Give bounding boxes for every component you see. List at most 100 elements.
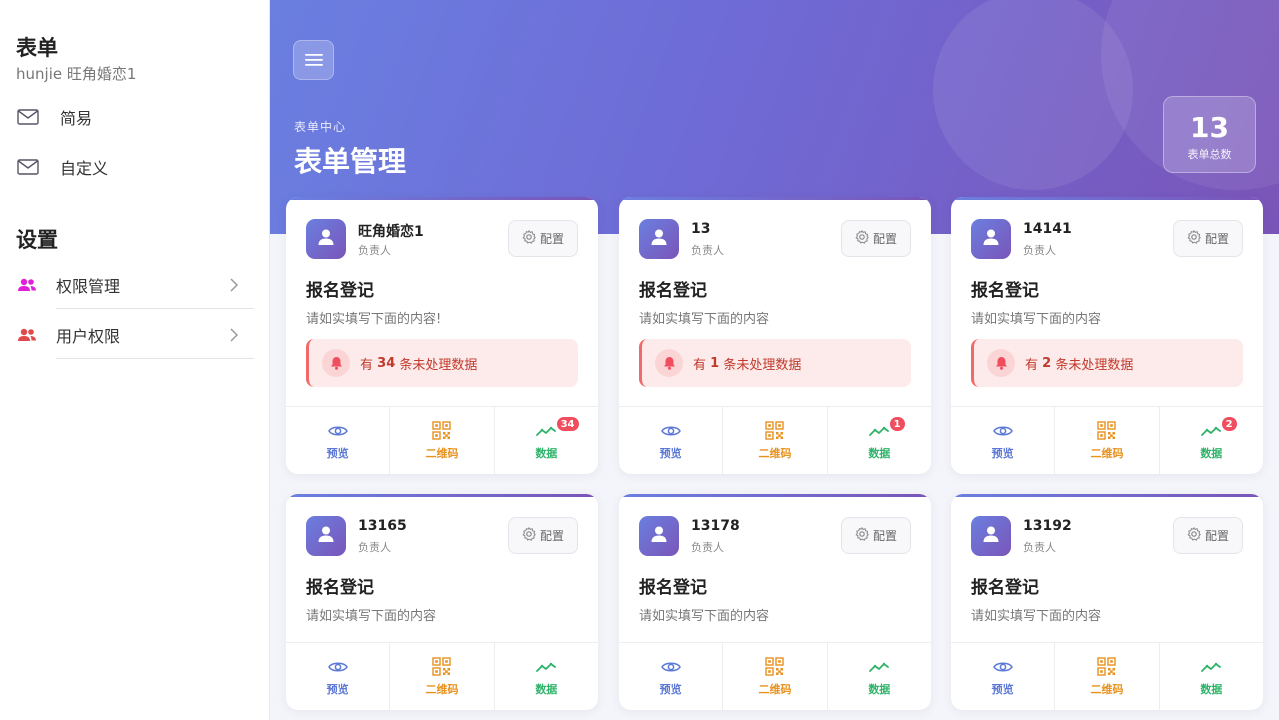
pending-badge: 1 <box>887 415 907 433</box>
owner-name: 13165 <box>358 518 407 534</box>
card-title: 报名登记 <box>971 281 1039 301</box>
qr-code-label: 二维码 <box>1090 682 1124 696</box>
qr-code-icon <box>432 657 452 677</box>
owner-name: 13192 <box>1023 518 1072 534</box>
form-count: 13 <box>1190 111 1229 144</box>
qr-code-button[interactable]: 二维码 <box>722 407 826 474</box>
eye-icon <box>660 657 681 677</box>
sidebar-item-custom[interactable]: 自定义 <box>16 152 108 182</box>
sidebar-item-label: 简易 <box>60 109 93 128</box>
preview-button[interactable]: 预览 <box>286 643 389 710</box>
alert-suffix: 条未处理数据 <box>399 357 478 373</box>
sidebar-item-label: 权限管理 <box>56 277 121 296</box>
gear-icon <box>855 229 873 247</box>
gear-icon <box>522 526 540 544</box>
header-eyebrow: 表单中心 <box>294 120 347 134</box>
qr-code-button[interactable]: 二维码 <box>1054 643 1158 710</box>
alert-suffix: 条未处理数据 <box>1055 357 1134 373</box>
preview-button[interactable]: 预览 <box>286 407 389 474</box>
preview-label: 预览 <box>326 446 349 460</box>
config-button[interactable]: 配置 <box>1173 517 1243 554</box>
trend-chart-icon <box>1201 657 1222 677</box>
avatar <box>306 219 346 259</box>
sidebar-item-permission-management[interactable]: 权限管理 <box>16 261 254 309</box>
config-button[interactable]: 配置 <box>841 517 911 554</box>
owner-label: 负责人 <box>1023 541 1056 554</box>
sidebar-title: 表单 <box>16 36 58 60</box>
form-card: 旺角婚恋1 负责人 配置 报名登记 请如实填写下面的内容! 有 34 条未处理数… <box>286 197 598 474</box>
data-label: 数据 <box>535 446 558 460</box>
preview-label: 预览 <box>659 682 682 696</box>
qr-code-label: 二维码 <box>425 682 459 696</box>
sidebar-item-label: 用户权限 <box>56 327 121 346</box>
preview-button[interactable]: 预览 <box>619 407 722 474</box>
qr-code-button[interactable]: 二维码 <box>1054 407 1158 474</box>
preview-button[interactable]: 预览 <box>619 643 722 710</box>
pending-alert[interactable]: 有 34 条未处理数据 <box>306 339 578 387</box>
sidebar-subtitle: hunjie 旺角婚恋1 <box>16 65 137 83</box>
card-actions: 预览 二维码 数据 2 <box>951 406 1263 474</box>
user-icon <box>650 228 668 250</box>
gear-icon <box>855 526 873 544</box>
pending-badge: 34 <box>554 415 581 433</box>
qr-code-icon <box>1097 421 1117 441</box>
eye-icon <box>660 421 681 441</box>
form-card: 14141 负责人 配置 报名登记 请如实填写下面的内容 有 2 条未处理数据 <box>951 197 1263 474</box>
owner-name: 13178 <box>691 518 740 534</box>
card-title: 报名登记 <box>971 578 1039 598</box>
config-label: 配置 <box>872 529 897 543</box>
config-button[interactable]: 配置 <box>841 220 911 257</box>
bell-icon <box>987 349 1015 377</box>
pending-count: 1 <box>710 355 720 371</box>
form-card: 13192 负责人 配置 报名登记 请如实填写下面的内容 预览 二维码 数据 <box>951 494 1263 710</box>
config-button[interactable]: 配置 <box>1173 220 1243 257</box>
bell-icon <box>655 349 683 377</box>
menu-button[interactable] <box>293 40 334 80</box>
qr-code-icon <box>765 421 785 441</box>
data-button[interactable]: 数据 1 <box>826 407 931 474</box>
card-title: 报名登记 <box>639 281 707 301</box>
config-button[interactable]: 配置 <box>508 517 578 554</box>
preview-button[interactable]: 预览 <box>951 407 1054 474</box>
card-actions: 预览 二维码 数据 <box>619 642 931 710</box>
sidebar-item-simple[interactable]: 简易 <box>16 102 92 132</box>
data-button[interactable]: 数据 <box>493 643 598 710</box>
card-description: 请如实填写下面的内容 <box>971 312 1102 327</box>
sidebar-item-user-permission[interactable]: 用户权限 <box>16 311 254 359</box>
chevron-right-icon <box>230 327 239 346</box>
qr-code-button[interactable]: 二维码 <box>722 643 826 710</box>
qr-code-icon <box>765 657 785 677</box>
eye-icon <box>992 657 1013 677</box>
users-icon <box>16 326 38 344</box>
pending-alert[interactable]: 有 2 条未处理数据 <box>971 339 1243 387</box>
users-icon <box>16 276 38 294</box>
bell-icon <box>322 349 350 377</box>
pending-badge: 2 <box>1219 415 1239 433</box>
chevron-right-icon <box>230 277 239 296</box>
trend-chart-icon <box>869 421 890 441</box>
data-button[interactable]: 数据 34 <box>493 407 598 474</box>
gear-icon <box>1187 526 1205 544</box>
data-label: 数据 <box>868 682 891 696</box>
qr-code-icon <box>432 421 452 441</box>
pending-count: 34 <box>377 355 396 371</box>
form-card: 13 负责人 配置 报名登记 请如实填写下面的内容 有 1 条未处理数据 预览 … <box>619 197 931 474</box>
data-button[interactable]: 数据 2 <box>1158 407 1263 474</box>
preview-button[interactable]: 预览 <box>951 643 1054 710</box>
avatar <box>971 516 1011 556</box>
card-accent-bar <box>619 494 931 497</box>
config-label: 配置 <box>1204 232 1229 246</box>
config-button[interactable]: 配置 <box>508 220 578 257</box>
form-card: 13178 负责人 配置 报名登记 请如实填写下面的内容 预览 二维码 数据 <box>619 494 931 710</box>
card-accent-bar <box>951 197 1263 200</box>
pending-count: 2 <box>1042 355 1052 371</box>
qr-code-button[interactable]: 二维码 <box>389 407 493 474</box>
pending-alert[interactable]: 有 1 条未处理数据 <box>639 339 911 387</box>
user-icon <box>650 525 668 547</box>
card-description: 请如实填写下面的内容 <box>639 312 770 327</box>
qr-code-button[interactable]: 二维码 <box>389 643 493 710</box>
data-button[interactable]: 数据 <box>826 643 931 710</box>
card-actions: 预览 二维码 数据 34 <box>286 406 598 474</box>
alert-suffix: 条未处理数据 <box>723 357 802 373</box>
data-button[interactable]: 数据 <box>1158 643 1263 710</box>
